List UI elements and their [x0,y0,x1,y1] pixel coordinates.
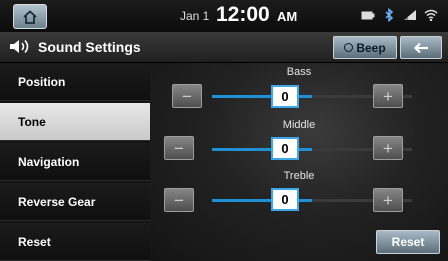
sidebar-item-label: Tone [18,114,46,129]
status-icons: x [361,8,438,22]
bass-decrease-button[interactable]: − [172,84,202,108]
bass-value: 0 [271,85,299,108]
wifi-icon [424,9,438,21]
reset-button[interactable]: Reset [376,230,440,254]
plus-icon: + [383,190,393,210]
sidebar-item-label: Reverse Gear [18,194,96,209]
minus-icon: − [174,138,184,158]
treble-value: 0 [271,188,299,211]
middle-value: 0 [271,137,299,160]
minus-icon: − [174,190,184,210]
minus-icon: − [182,86,192,106]
treble-decrease-button[interactable]: − [164,188,194,212]
treble-increase-button[interactable]: + [373,188,403,212]
clock-time: 12:00 [216,3,270,26]
radio-off-icon [344,43,354,52]
speaker-icon [10,39,29,54]
sidebar-item-reset[interactable]: Reset [0,223,150,261]
reset-button-label: Reset [391,235,425,249]
bass-increase-button[interactable]: + [373,84,403,108]
screen: Jan 1 12:00 AM x Sound Settings Beep Pos… [0,0,448,261]
svg-text:x: x [405,15,409,21]
date-label: Jan 1 [180,9,210,23]
middle-label: Middle [282,119,316,131]
clock-ampm: AM [277,9,298,24]
back-button[interactable] [400,36,442,59]
tone-panel: Bass − 0 + Middle − 0 + Treble − 0 + Res… [150,63,448,261]
home-button[interactable] [13,4,47,29]
bluetooth-icon [385,8,394,22]
status-bar: Jan 1 12:00 AM x [0,0,448,32]
sidebar-item-reverse-gear[interactable]: Reverse Gear [0,183,150,221]
sidebar-item-position[interactable]: Position [0,63,150,101]
usb-icon [361,11,375,19]
signal-icon: x [404,10,416,21]
sidebar-item-label: Navigation [18,154,80,169]
plus-icon: + [383,86,393,106]
middle-decrease-button[interactable]: − [164,136,194,160]
sidebar-item-label: Position [18,74,66,89]
bass-label: Bass [286,66,312,78]
page-title: Sound Settings [38,39,141,55]
beep-label: Beep [356,40,386,55]
plus-icon: + [383,138,393,158]
sidebar-item-label: Reset [18,234,51,249]
middle-increase-button[interactable]: + [373,136,403,160]
sidebar: Position Tone Navigation Reverse Gear Re… [0,63,150,261]
beep-button[interactable]: Beep [333,36,397,59]
arrow-left-icon [413,42,428,53]
sidebar-item-tone[interactable]: Tone [0,103,150,141]
sidebar-item-navigation[interactable]: Navigation [0,143,150,181]
treble-label: Treble [283,170,315,182]
home-icon [23,9,37,24]
title-bar: Sound Settings Beep [0,32,448,63]
